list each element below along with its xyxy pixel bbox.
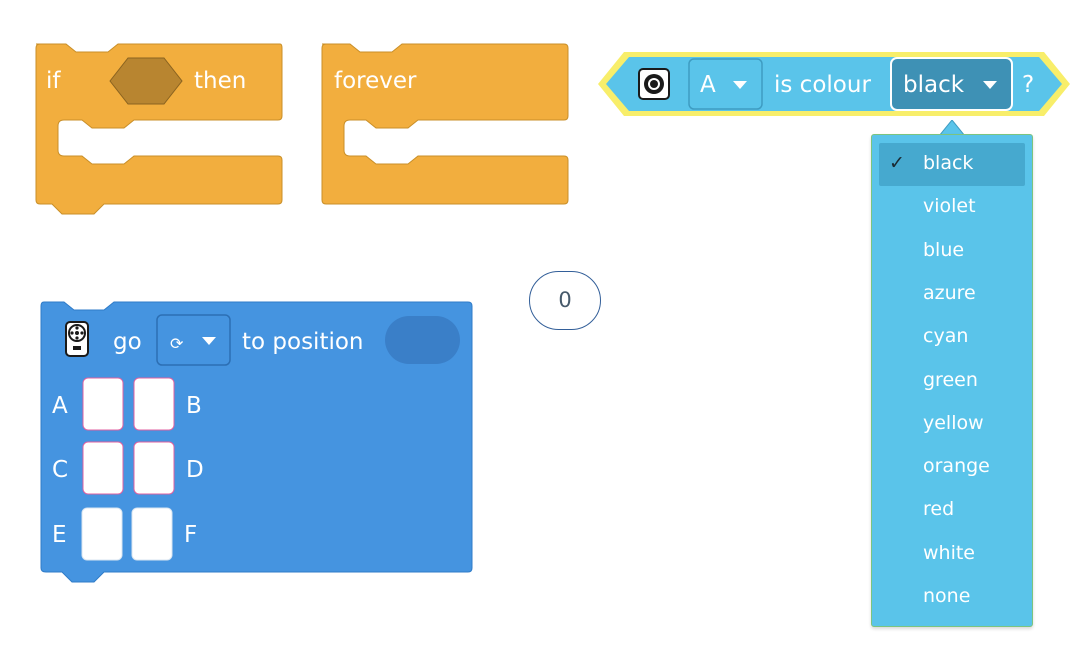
menu-item-cyan[interactable]: cyan xyxy=(871,316,1033,359)
menu-item-green[interactable]: green xyxy=(871,360,1033,403)
menu-item-label: yellow xyxy=(923,411,984,434)
colour-dropdown-value: black xyxy=(903,72,965,98)
port-checkbox-c[interactable] xyxy=(82,441,124,495)
menu-item-yellow[interactable]: yellow xyxy=(871,403,1033,446)
colour-sensor-icon xyxy=(638,68,670,100)
port-checkbox-f[interactable] xyxy=(131,507,173,561)
motor-icon xyxy=(65,321,89,357)
menu-item-none[interactable]: none xyxy=(871,576,1033,619)
is-colour-label: is colour xyxy=(774,72,871,98)
menu-item-label: blue xyxy=(923,238,965,261)
menu-item-label: black xyxy=(923,152,974,174)
port-label-e: E xyxy=(52,522,67,548)
menu-item-label: none xyxy=(923,585,971,607)
to-position-label: to position xyxy=(242,329,364,355)
menu-item-black[interactable]: ✓ black xyxy=(879,143,1025,186)
number-value: 0 xyxy=(558,288,572,312)
menu-item-violet[interactable]: violet xyxy=(871,186,1033,229)
port-label-a: A xyxy=(52,393,68,419)
menu-item-label: red xyxy=(923,498,955,521)
rotate-icon: ⟳ xyxy=(170,334,184,353)
menu-item-azure[interactable]: azure xyxy=(871,273,1033,316)
port-label-f: F xyxy=(184,522,197,548)
port-label-b: B xyxy=(186,393,202,419)
number-reporter-bubble[interactable]: 0 xyxy=(529,271,601,330)
colour-dropdown-menu: ✓ black violet blue azure cyan green yellow oran… xyxy=(871,120,1033,627)
port-checkbox-b[interactable] xyxy=(133,377,175,431)
position-input-slot[interactable] xyxy=(385,316,460,364)
direction-dropdown[interactable]: ⟳ xyxy=(156,314,231,366)
port-checkbox-d[interactable] xyxy=(133,441,175,495)
port-checkbox-e[interactable] xyxy=(81,507,123,561)
colour-dropdown[interactable]: black xyxy=(890,57,1013,111)
port-label-d: D xyxy=(186,457,204,483)
menu-item-label: cyan xyxy=(923,325,969,348)
port-dropdown[interactable]: A xyxy=(688,58,763,110)
checkmark-icon: ✓ xyxy=(889,152,905,174)
menu-item-label: green xyxy=(923,368,978,391)
motor-go-to-position-block[interactable]: go ⟳ to position A B C D E F xyxy=(0,0,480,600)
go-label: go xyxy=(113,329,142,355)
menu-item-label: violet xyxy=(923,195,976,218)
question-mark-label: ? xyxy=(1022,72,1034,98)
port-dropdown-value: A xyxy=(700,72,716,98)
menu-item-orange[interactable]: orange xyxy=(871,446,1033,489)
menu-item-label: azure xyxy=(923,281,976,304)
port-checkbox-a[interactable] xyxy=(82,377,124,431)
menu-item-blue[interactable]: blue xyxy=(871,230,1033,273)
menu-item-red[interactable]: red xyxy=(871,489,1033,532)
port-label-c: C xyxy=(52,457,68,483)
menu-item-label: orange xyxy=(923,455,990,478)
menu-item-label: white xyxy=(923,541,975,564)
menu-item-white[interactable]: white xyxy=(871,533,1033,576)
